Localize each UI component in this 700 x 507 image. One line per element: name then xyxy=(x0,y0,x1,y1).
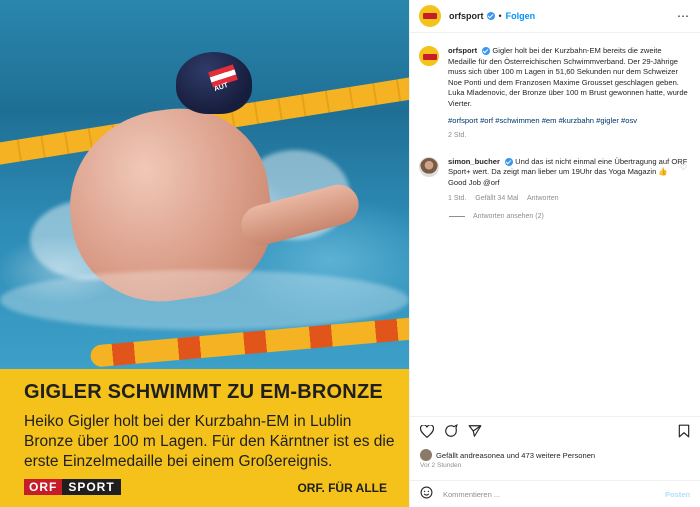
banner-tagline: ORF. FÜR ALLE xyxy=(297,481,387,495)
headline-banner: GIGLER SCHWIMMT ZU EM-BRONZE Heiko Gigle… xyxy=(0,369,409,507)
heart-icon[interactable] xyxy=(419,423,435,441)
instagram-post: AUT GIGLER SCHWIMMT ZU EM-BRONZE Heiko G… xyxy=(0,0,700,507)
caption-username[interactable]: orfsport xyxy=(448,46,477,55)
caption-hashtags[interactable]: #orfsport #orf #schwimmen #em #kurzbahn … xyxy=(448,116,688,127)
comment-icon[interactable] xyxy=(444,424,458,441)
comment-heart-icon[interactable]: ♡ xyxy=(680,163,687,172)
more-options-icon[interactable]: ⋯ xyxy=(677,9,690,23)
avatar[interactable] xyxy=(419,46,439,66)
avatar xyxy=(420,449,432,461)
verified-icon xyxy=(505,157,514,166)
post-time: Vor 2 Stunden xyxy=(420,462,462,469)
comment-likes[interactable]: Gefällt 34 Mal xyxy=(475,195,518,202)
verified-icon xyxy=(486,12,495,20)
view-replies[interactable]: Antworten ansehen (2) xyxy=(449,213,690,220)
logo-sport: SPORT xyxy=(62,479,121,495)
comment-composer: Kommentieren ... Posten xyxy=(410,480,700,507)
reply-button[interactable]: Antworten xyxy=(527,195,559,202)
post-sidebar: orfsport • Folgen ⋯ orfsport Gigler holt… xyxy=(409,0,700,507)
water-foam xyxy=(0,270,409,330)
comments-section: orfsport Gigler holt bei der Kurzbahn-EM… xyxy=(410,34,700,414)
post-image[interactable]: AUT GIGLER SCHWIMMT ZU EM-BRONZE Heiko G… xyxy=(0,0,409,507)
comment-item: simon_bucher Und das ist nicht einmal ei… xyxy=(419,156,690,204)
bookmark-icon[interactable] xyxy=(678,424,690,441)
logo-orf: ORF xyxy=(24,479,63,495)
replies-line xyxy=(449,216,465,218)
emoji-icon[interactable] xyxy=(420,486,433,502)
view-replies-label[interactable]: Antworten ansehen (2) xyxy=(473,213,544,220)
banner-headline: GIGLER SCHWIMMT ZU EM-BRONZE xyxy=(24,381,383,403)
pool-photo: AUT xyxy=(0,0,409,369)
action-bar xyxy=(410,416,700,448)
caption-time: 2 Std. xyxy=(448,132,467,140)
follow-button[interactable]: Folgen xyxy=(506,11,536,21)
header-username[interactable]: orfsport xyxy=(449,11,484,21)
likes-text[interactable]: Gefällt andreasonea und 473 weitere Pers… xyxy=(436,451,595,460)
comment-input[interactable]: Kommentieren ... xyxy=(443,490,665,499)
banner-body: Heiko Gigler holt bei der Kurzbahn-EM in… xyxy=(24,413,395,470)
comment-time: 1 Std. xyxy=(448,194,467,202)
separator-dot: • xyxy=(498,11,502,21)
post-header: orfsport • Folgen ⋯ xyxy=(410,0,700,33)
orf-sport-logo: ORF SPORT xyxy=(24,479,121,495)
likes-summary[interactable]: Gefällt andreasonea und 473 weitere Pers… xyxy=(420,449,595,461)
comment-username[interactable]: simon_bucher xyxy=(448,157,500,166)
avatar[interactable] xyxy=(419,156,439,177)
avatar[interactable] xyxy=(419,5,441,27)
caption-text: Gigler holt bei der Kurzbahn-EM bereits … xyxy=(448,46,688,108)
share-icon[interactable] xyxy=(468,424,482,441)
post-button[interactable]: Posten xyxy=(665,490,690,499)
caption: orfsport Gigler holt bei der Kurzbahn-EM… xyxy=(419,46,690,142)
verified-icon xyxy=(482,47,491,55)
